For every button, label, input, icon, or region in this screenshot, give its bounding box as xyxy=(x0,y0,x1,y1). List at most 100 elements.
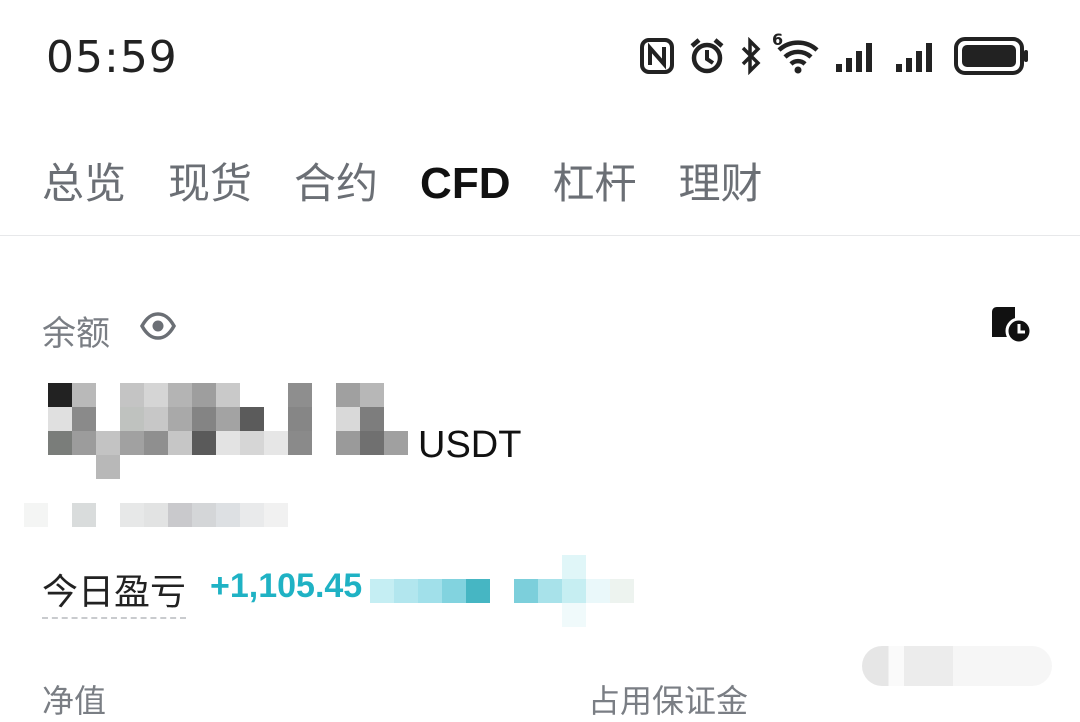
tab-margin[interactable]: 杠杆 xyxy=(552,150,636,211)
redaction-block xyxy=(120,431,144,455)
redaction-block xyxy=(418,579,442,603)
redaction-block xyxy=(96,431,120,455)
redaction-block xyxy=(466,603,490,627)
wifi-badge: 6 xyxy=(772,30,784,49)
redaction-block xyxy=(168,503,192,527)
redaction-block xyxy=(144,407,168,431)
redaction-block xyxy=(144,503,168,527)
redaction-block xyxy=(586,603,610,627)
redaction-block xyxy=(360,455,384,479)
redaction-block xyxy=(370,555,394,579)
redaction-block xyxy=(384,383,408,407)
redaction-block xyxy=(96,407,120,431)
redaction-block xyxy=(240,407,264,431)
tab-earn[interactable]: 理财 xyxy=(679,150,763,211)
redaction-block xyxy=(288,383,312,407)
redaction-block xyxy=(384,431,408,455)
redaction-block xyxy=(48,407,72,431)
redaction-block xyxy=(394,555,418,579)
redaction-block xyxy=(336,431,360,455)
tab-contract[interactable]: 合约 xyxy=(294,150,378,211)
redaction-block xyxy=(216,503,240,527)
redaction-block xyxy=(466,579,490,603)
redaction-block xyxy=(240,383,264,407)
redaction-block xyxy=(264,455,288,479)
tab-overview[interactable]: 总览 xyxy=(42,150,126,211)
wallet-history-icon[interactable] xyxy=(988,304,1034,350)
tab-cfd[interactable]: CFD xyxy=(420,159,510,209)
redaction-block xyxy=(370,603,394,627)
redaction-block xyxy=(168,455,192,479)
redaction-block xyxy=(288,431,312,455)
redaction-block xyxy=(264,407,288,431)
redaction-block xyxy=(514,579,538,603)
bluetooth-icon xyxy=(740,37,762,75)
redaction-block xyxy=(264,503,288,527)
redaction-block xyxy=(360,431,384,455)
nfc-icon xyxy=(640,38,674,74)
redaction-block xyxy=(120,383,144,407)
alarm-icon xyxy=(688,37,726,75)
redaction-block xyxy=(264,383,288,407)
redaction-block xyxy=(72,455,96,479)
redaction-block xyxy=(514,603,538,627)
redaction-block xyxy=(240,431,264,455)
redaction-block xyxy=(442,555,466,579)
status-time: 05:59 xyxy=(46,32,178,83)
signal-icon xyxy=(894,38,940,74)
margin-used-label: 占用保证金 xyxy=(588,682,749,720)
tab-divider xyxy=(0,235,1080,236)
redaction-block xyxy=(288,407,312,431)
redaction-block xyxy=(610,579,634,603)
status-icons: 6 xyxy=(640,30,1030,76)
redaction-block xyxy=(360,383,384,407)
redaction-block xyxy=(24,503,48,527)
balance-label: 余额 xyxy=(42,314,110,354)
redaction-block xyxy=(192,455,216,479)
redaction-block xyxy=(466,555,490,579)
redaction-block xyxy=(490,579,514,603)
redaction-block xyxy=(418,555,442,579)
redacted-strip xyxy=(862,646,1052,686)
redaction-block xyxy=(336,455,360,479)
redaction-block xyxy=(586,555,610,579)
redaction-block xyxy=(312,431,336,455)
redaction-block xyxy=(634,603,658,627)
redaction-block xyxy=(168,383,192,407)
redaction-block xyxy=(394,579,418,603)
redaction-block xyxy=(240,503,264,527)
redaction-block xyxy=(240,455,264,479)
redaction-block xyxy=(538,579,562,603)
redaction-block xyxy=(72,383,96,407)
signal-icon xyxy=(834,38,880,74)
redaction-block xyxy=(562,555,586,579)
redaction-block xyxy=(634,579,658,603)
redaction-block xyxy=(216,407,240,431)
tab-spot[interactable]: 现货 xyxy=(168,150,252,211)
wifi-6-icon: 6 xyxy=(772,30,820,74)
battery-icon xyxy=(954,36,1030,76)
redaction-block xyxy=(48,431,72,455)
redaction-block xyxy=(312,407,336,431)
redaction-block xyxy=(48,503,72,527)
redaction-block xyxy=(120,407,144,431)
redaction-block xyxy=(538,603,562,627)
redaction-block xyxy=(610,603,634,627)
eye-icon[interactable] xyxy=(139,310,177,346)
redaction-block xyxy=(144,455,168,479)
redaction-block xyxy=(442,603,466,627)
net-value-label: 净值 xyxy=(42,682,107,720)
redaction-block xyxy=(490,603,514,627)
redaction-block xyxy=(120,503,144,527)
today-pnl-label[interactable]: 今日盈亏 xyxy=(42,563,187,619)
redaction-block xyxy=(370,579,394,603)
redaction-block xyxy=(264,431,288,455)
redaction-block xyxy=(48,383,72,407)
redaction-block xyxy=(96,383,120,407)
redaction-block xyxy=(144,431,168,455)
today-pnl-value: +1,105.45 xyxy=(210,567,363,605)
redaction-block xyxy=(144,383,168,407)
redaction-block xyxy=(336,407,360,431)
redaction-block xyxy=(288,503,312,527)
redaction-block xyxy=(192,383,216,407)
